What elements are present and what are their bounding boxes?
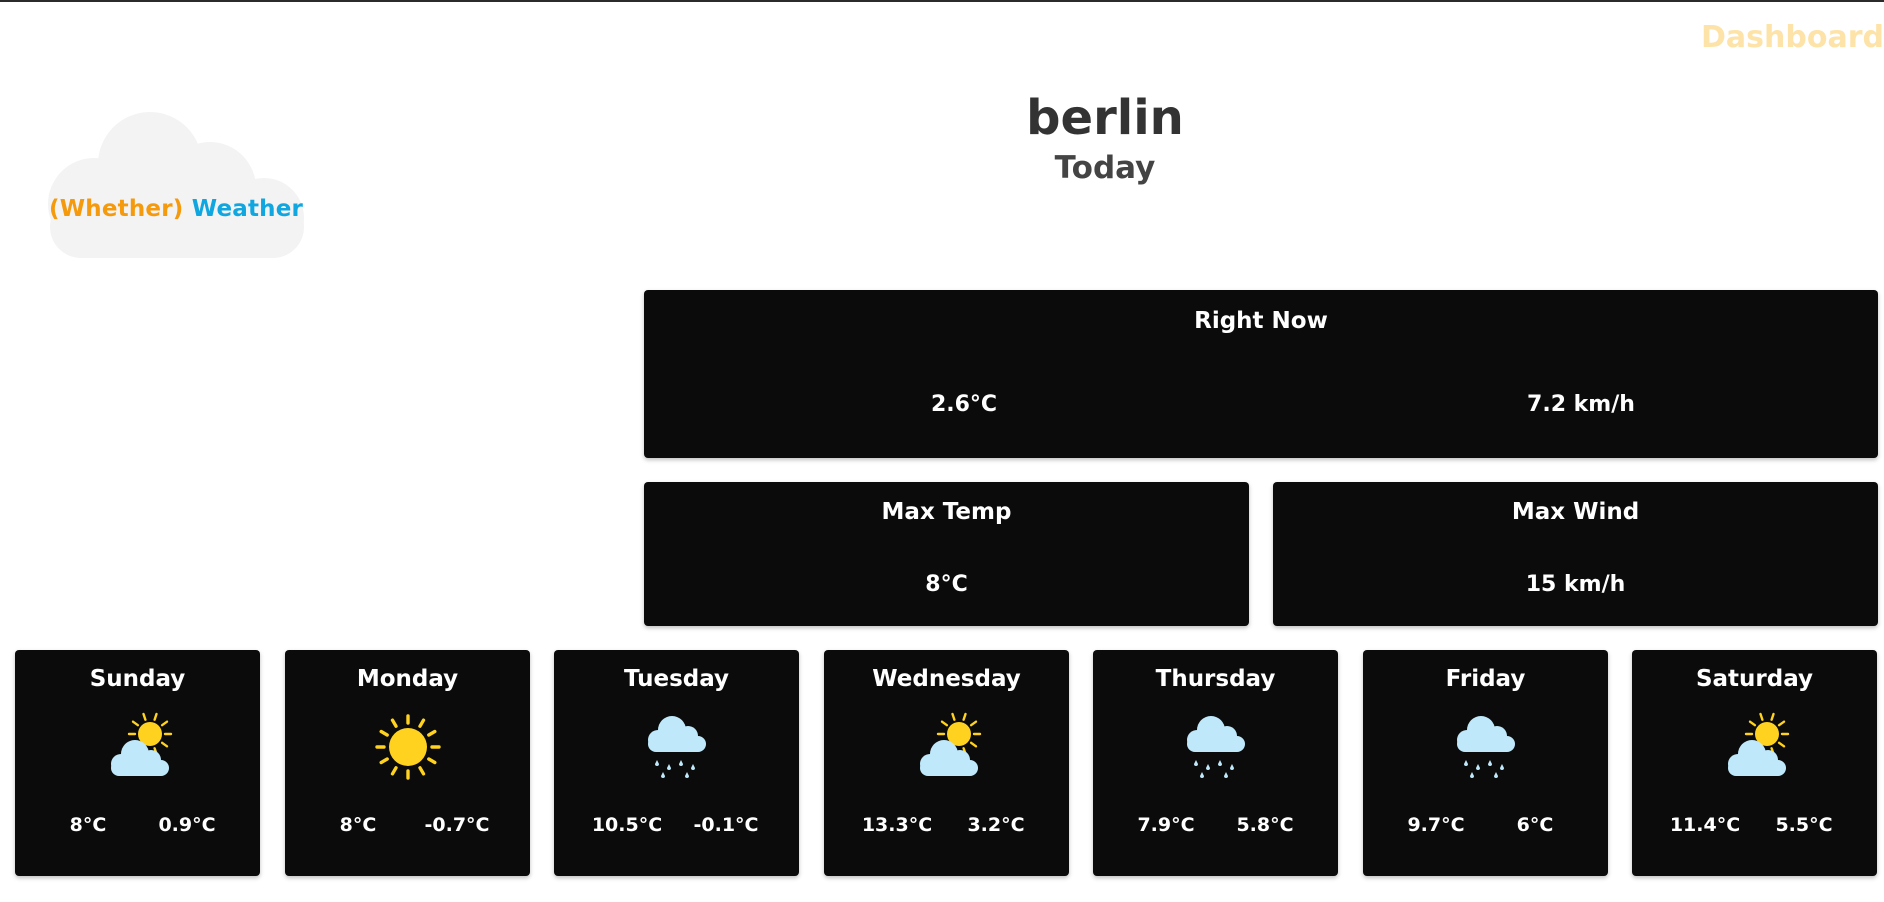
forecast-day: Thursday bbox=[1155, 666, 1276, 692]
rain-cloud-icon bbox=[639, 712, 715, 782]
forecast-day: Sunday bbox=[89, 666, 186, 692]
dashboard-link[interactable]: Dashboard bbox=[1701, 20, 1884, 55]
cloud-logo-icon bbox=[48, 112, 304, 258]
max-temp-card: Max Temp 8°C bbox=[644, 482, 1249, 626]
rain-cloud-icon bbox=[1448, 712, 1524, 782]
city-title: berlin bbox=[1026, 90, 1184, 146]
forecast-low: 5.5°C bbox=[1775, 814, 1833, 836]
forecast-low: 6°C bbox=[1516, 814, 1554, 836]
forecast-card-wednesday: Wednesday 13.3°C 3.2°C bbox=[824, 650, 1069, 876]
forecast-card-sunday: Sunday 8°C 0.9°C bbox=[15, 650, 260, 876]
partly-sunny-icon bbox=[100, 712, 176, 782]
logo-word-text: Weather bbox=[191, 196, 304, 222]
forecast-day: Saturday bbox=[1695, 666, 1814, 692]
partly-sunny-icon bbox=[909, 712, 985, 782]
forecast-high: 8°C bbox=[69, 814, 107, 836]
right-now-card: Right Now 2.6°C 7.2 km/h bbox=[644, 290, 1878, 458]
max-wind-value: 15 km/h bbox=[1525, 572, 1626, 597]
partly-sunny-icon bbox=[1717, 712, 1793, 782]
forecast-day: Monday bbox=[356, 666, 459, 692]
forecast-low: 5.8°C bbox=[1236, 814, 1294, 836]
forecast-high: 7.9°C bbox=[1137, 814, 1195, 836]
forecast-card-thursday: Thursday 7.9°C 5.8°C bbox=[1093, 650, 1338, 876]
forecast-card-saturday: Saturday 11.4°C 5.5°C bbox=[1632, 650, 1877, 876]
forecast-card-monday: Monday 8°C -0.7°C bbox=[285, 650, 530, 876]
forecast-day: Tuesday bbox=[623, 666, 730, 692]
forecast-card-tuesday: Tuesday 10.5°C -0.1°C bbox=[554, 650, 799, 876]
forecast-low: -0.7°C bbox=[424, 814, 490, 836]
max-temp-value: 8°C bbox=[925, 572, 968, 597]
forecast-day: Wednesday bbox=[872, 666, 1021, 692]
max-wind-title: Max Wind bbox=[1511, 499, 1640, 525]
right-now-title: Right Now bbox=[1194, 308, 1328, 334]
max-temp-title: Max Temp bbox=[881, 499, 1012, 525]
weather-page: Dashboard (Whether) Weather berlin Today… bbox=[0, 0, 1884, 902]
rain-cloud-icon bbox=[1178, 712, 1254, 782]
current-wind: 7.2 km/h bbox=[1527, 392, 1635, 417]
logo-paren-text: (Whether) bbox=[49, 196, 184, 222]
forecast-high: 10.5°C bbox=[591, 814, 663, 836]
logo-wordmark: (Whether) Weather bbox=[49, 196, 303, 222]
max-wind-card: Max Wind 15 km/h bbox=[1273, 482, 1878, 626]
forecast-day: Friday bbox=[1445, 666, 1526, 692]
forecast-high: 9.7°C bbox=[1407, 814, 1465, 836]
forecast-high: 11.4°C bbox=[1669, 814, 1741, 836]
forecast-card-friday: Friday 9.7°C 6°C bbox=[1363, 650, 1608, 876]
forecast-high: 13.3°C bbox=[861, 814, 933, 836]
forecast-high: 8°C bbox=[339, 814, 377, 836]
logo: (Whether) Weather bbox=[32, 96, 316, 260]
sunny-icon bbox=[370, 712, 446, 782]
page-subtitle: Today bbox=[1054, 150, 1156, 186]
forecast-low: 3.2°C bbox=[967, 814, 1025, 836]
current-temperature: 2.6°C bbox=[930, 392, 998, 417]
forecast-low: 0.9°C bbox=[158, 814, 216, 836]
forecast-low: -0.1°C bbox=[693, 814, 759, 836]
